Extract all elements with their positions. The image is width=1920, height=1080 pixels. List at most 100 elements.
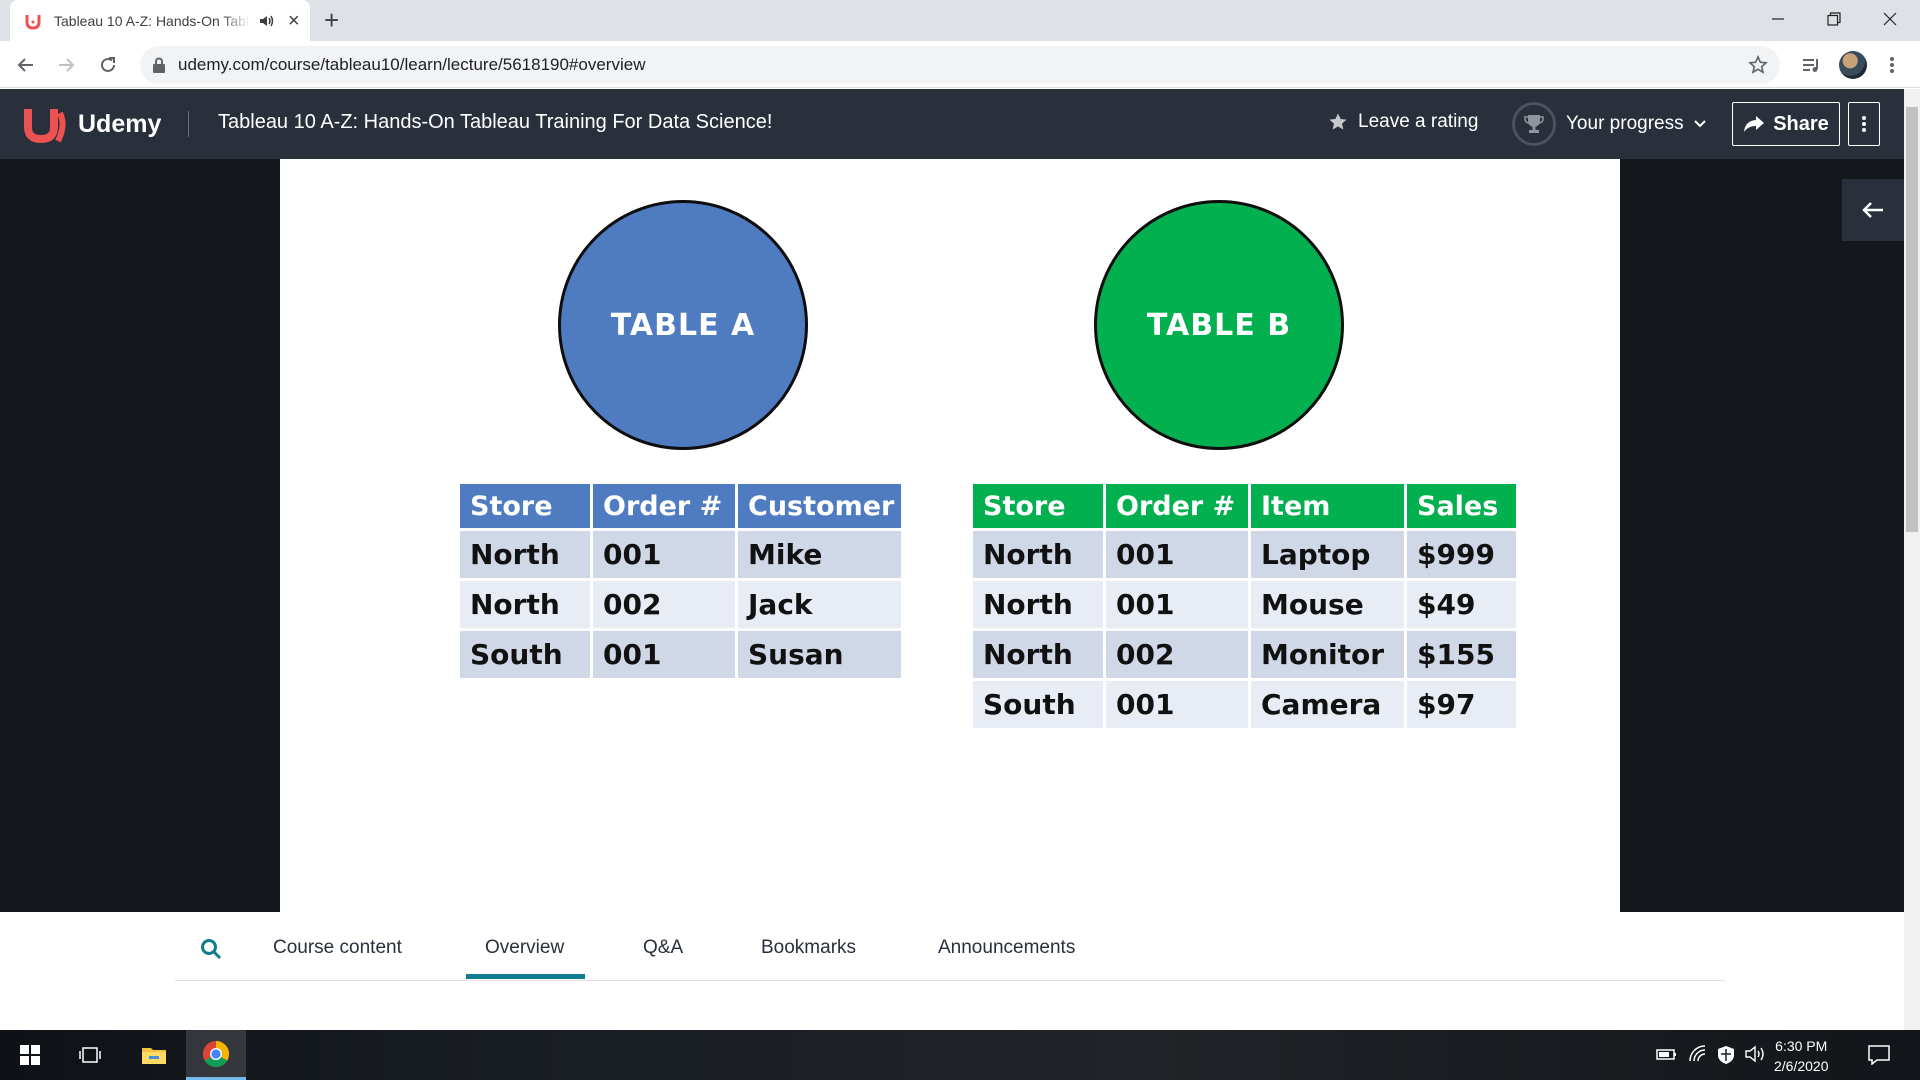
table-cell: North: [973, 631, 1103, 678]
table-row: South 001 Susan: [460, 631, 901, 678]
table-cell: Mouse: [1251, 581, 1404, 628]
table-cell: North: [460, 581, 590, 628]
udemy-logo-icon: [24, 109, 66, 144]
table-b-circle: TABLE B: [1094, 200, 1344, 450]
table-row: South 001 Camera $97: [973, 681, 1516, 728]
udemy-logo[interactable]: Udemy: [22, 103, 161, 145]
task-view-icon[interactable]: [60, 1030, 120, 1080]
table-cell: Laptop: [1251, 531, 1404, 578]
your-progress-label: Your progress: [1566, 113, 1684, 134]
close-tab-icon[interactable]: ×: [288, 11, 300, 31]
minimize-icon[interactable]: [1750, 0, 1806, 38]
table-cell: South: [973, 681, 1103, 728]
tab-overview[interactable]: Overview: [485, 937, 564, 959]
table-header-cell: Order #: [1106, 484, 1248, 528]
tab-bookmarks[interactable]: Bookmarks: [761, 937, 856, 959]
url-text: udemy.com/course/tableau10/learn/lecture…: [178, 55, 646, 74]
share-label: Share: [1773, 112, 1829, 135]
windows-start-icon[interactable]: [0, 1030, 60, 1080]
volume-icon[interactable]: [1744, 1045, 1766, 1063]
clock-date: 2/6/2020: [1774, 1058, 1829, 1074]
search-icon[interactable]: [200, 938, 222, 960]
table-cell: Mike: [738, 531, 901, 578]
restore-icon[interactable]: [1806, 0, 1862, 38]
leave-rating-button[interactable]: Leave a rating: [1328, 111, 1478, 133]
udemy-header: Udemy Tableau 10 A-Z: Hands-On Tableau T…: [0, 89, 1904, 159]
system-clock[interactable]: 6:30 PM 2/6/2020: [1774, 1036, 1829, 1076]
share-button[interactable]: Share: [1732, 102, 1840, 146]
expand-sidebar-button[interactable]: [1842, 179, 1904, 241]
page-scrollbar[interactable]: [1904, 89, 1920, 1030]
lecture-slide: TABLE A TABLE B Store Order # Customer N…: [280, 159, 1620, 912]
table-cell: North: [973, 531, 1103, 578]
wifi-icon[interactable]: [1688, 1045, 1708, 1063]
chrome-taskbar-icon[interactable]: [186, 1030, 246, 1080]
udemy-favicon-icon: [25, 14, 41, 30]
vertical-dots-icon: [1862, 116, 1866, 132]
course-nav: Course content Overview Q&A Bookmarks An…: [0, 912, 1904, 1030]
table-header-cell: Store: [460, 484, 590, 528]
tabs-divider: [175, 980, 1725, 981]
table-cell: $155: [1407, 631, 1516, 678]
table-row: North 001 Laptop $999: [973, 531, 1516, 578]
table-a: Store Order # Customer North 001 Mike No…: [457, 481, 904, 681]
table-cell: 001: [1106, 581, 1248, 628]
arrow-left-icon: [1862, 202, 1883, 218]
new-tab-icon[interactable]: +: [324, 6, 339, 34]
profile-avatar[interactable]: [1837, 49, 1869, 81]
reload-icon[interactable]: [92, 49, 124, 81]
battery-icon[interactable]: [1656, 1045, 1678, 1063]
browser-tab[interactable]: Tableau 10 A-Z: Hands-On Tableau Trainin…: [10, 0, 310, 41]
clock-time: 6:30 PM: [1775, 1038, 1828, 1054]
share-icon: [1744, 116, 1765, 132]
more-options-button[interactable]: [1848, 102, 1880, 146]
table-cell: 002: [593, 581, 735, 628]
close-window-icon[interactable]: [1862, 0, 1918, 38]
table-header-row: Store Order # Item Sales: [973, 484, 1516, 528]
shield-icon[interactable]: [1716, 1045, 1736, 1065]
media-control-icon[interactable]: [1795, 49, 1827, 81]
avatar: [1839, 51, 1867, 79]
table-header-cell: Store: [973, 484, 1103, 528]
address-bar[interactable]: udemy.com/course/tableau10/learn/lecture…: [140, 46, 1780, 84]
your-progress-button[interactable]: Your progress: [1512, 102, 1706, 146]
table-header-cell: Order #: [593, 484, 735, 528]
table-cell: $49: [1407, 581, 1516, 628]
table-row: North 002 Monitor $155: [973, 631, 1516, 678]
table-a-circle: TABLE A: [558, 200, 808, 450]
table-cell: Jack: [738, 581, 901, 628]
table-header-cell: Customer: [738, 484, 901, 528]
chrome-menu-icon[interactable]: [1876, 49, 1908, 81]
table-header-cell: Sales: [1407, 484, 1516, 528]
tab-course-content[interactable]: Course content: [273, 937, 402, 959]
file-explorer-icon[interactable]: [124, 1030, 184, 1080]
browser-tabstrip: Tableau 10 A-Z: Hands-On Tableau Trainin…: [0, 0, 1920, 41]
table-header-cell: Item: [1251, 484, 1404, 528]
back-icon[interactable]: [10, 49, 42, 81]
header-divider: [188, 111, 189, 137]
speaker-icon[interactable]: [258, 13, 276, 29]
table-cell: South: [460, 631, 590, 678]
table-cell: $999: [1407, 531, 1516, 578]
star-icon: [1329, 113, 1347, 130]
table-row: North 001 Mike: [460, 531, 901, 578]
table-cell: Monitor: [1251, 631, 1404, 678]
lock-icon[interactable]: [152, 57, 166, 73]
notifications-icon[interactable]: [1868, 1045, 1890, 1065]
browser-toolbar: udemy.com/course/tableau10/learn/lecture…: [0, 41, 1920, 88]
video-player[interactable]: TABLE A TABLE B Store Order # Customer N…: [0, 159, 1904, 912]
table-cell: North: [973, 581, 1103, 628]
table-b: Store Order # Item Sales North 001 Lapto…: [970, 481, 1519, 731]
table-cell: $97: [1407, 681, 1516, 728]
table-cell: 001: [593, 531, 735, 578]
table-row: North 002 Jack: [460, 581, 901, 628]
table-cell: 001: [1106, 531, 1248, 578]
scrollbar-thumb[interactable]: [1906, 107, 1918, 532]
tab-qa[interactable]: Q&A: [643, 937, 683, 959]
table-cell: Camera: [1251, 681, 1404, 728]
forward-icon[interactable]: [50, 49, 82, 81]
bookmark-star-icon[interactable]: [1748, 55, 1768, 75]
trophy-icon: [1524, 115, 1544, 133]
windows-taskbar: 6:30 PM 2/6/2020: [0, 1030, 1920, 1080]
tab-announcements[interactable]: Announcements: [938, 937, 1075, 959]
